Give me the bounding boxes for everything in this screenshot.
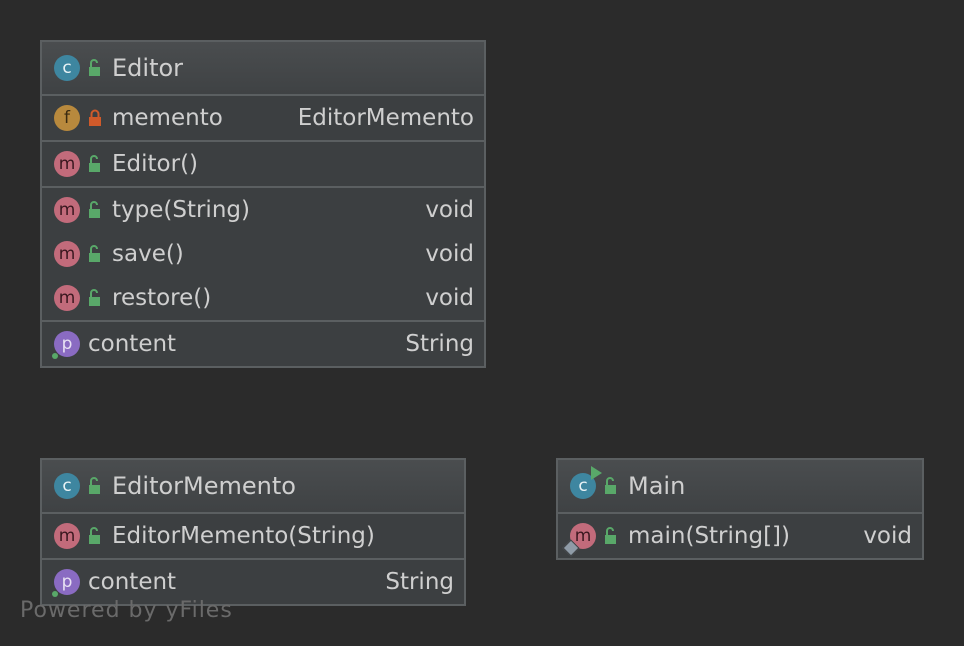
class-box-editor[interactable]: c Editor f memento EditorMemento m Edito… (40, 40, 486, 368)
access-dot-icon (52, 591, 58, 597)
properties-section: p content String (42, 322, 484, 366)
method-row[interactable]: m type(String) void (42, 188, 484, 232)
public-lock-icon (89, 477, 100, 494)
methods-section: m type(String) void m save() void m rest… (42, 188, 484, 322)
property-type: String (405, 331, 474, 357)
public-lock-icon (605, 527, 616, 544)
public-lock-icon (605, 477, 616, 494)
method-name: save() (112, 241, 184, 267)
class-header[interactable]: c EditorMemento (42, 460, 464, 514)
method-icon: m (54, 241, 80, 267)
property-icon: p (52, 331, 80, 359)
method-return-type: void (425, 285, 474, 311)
method-row[interactable]: m restore() void (42, 276, 484, 320)
field-type: EditorMemento (297, 105, 474, 131)
constructors-section: m EditorMemento(String) (42, 514, 464, 560)
method-name: type(String) (112, 197, 250, 223)
method-icon: m (54, 285, 80, 311)
class-header[interactable]: c Editor (42, 42, 484, 96)
method-row[interactable]: m main(String[]) void (558, 514, 922, 558)
powered-by-footer: Powered by yFiles (20, 598, 233, 623)
method-icon: m (54, 151, 80, 177)
run-arrow-icon (591, 466, 602, 480)
method-return-type: void (425, 197, 474, 223)
class-icon-letter: c (578, 476, 588, 496)
class-header[interactable]: c Main (558, 460, 922, 514)
property-icon-letter: p (61, 334, 73, 354)
method-icon: m (54, 523, 80, 549)
class-box-editor-memento[interactable]: c EditorMemento m EditorMemento(String) … (40, 458, 466, 606)
class-box-main[interactable]: c Main m main(String[]) void (556, 458, 924, 560)
constructor-name: Editor() (112, 151, 199, 177)
method-name: restore() (112, 285, 212, 311)
public-lock-icon (89, 527, 100, 544)
constructor-row[interactable]: m EditorMemento(String) (42, 514, 464, 558)
property-name: content (88, 569, 177, 595)
class-name: EditorMemento (112, 472, 296, 500)
method-icon-letter: m (574, 526, 592, 546)
public-lock-icon (89, 59, 100, 76)
method-row[interactable]: m save() void (42, 232, 484, 276)
runnable-class-icon: c (570, 466, 602, 499)
method-return-type: void (425, 241, 474, 267)
method-icon: m (54, 197, 80, 223)
constructors-section: m Editor() (42, 142, 484, 188)
method-return-type: void (863, 523, 912, 549)
public-lock-icon (89, 245, 100, 262)
class-icon: c (54, 55, 80, 81)
private-lock-icon (89, 109, 101, 126)
class-name: Main (628, 472, 686, 500)
class-name: Editor (112, 54, 184, 82)
constructor-name: EditorMemento(String) (112, 523, 375, 549)
access-dot-icon (52, 353, 58, 359)
fields-section: f memento EditorMemento (42, 96, 484, 142)
field-name: memento (112, 105, 223, 131)
static-method-icon: m (562, 523, 596, 557)
public-lock-icon (89, 289, 100, 306)
public-lock-icon (89, 201, 100, 218)
property-row[interactable]: p content String (42, 322, 484, 366)
field-icon: f (54, 105, 80, 131)
field-row[interactable]: f memento EditorMemento (42, 96, 484, 140)
public-lock-icon (89, 155, 100, 172)
class-icon: c (54, 473, 80, 499)
method-name: main(String[]) (628, 523, 790, 549)
property-name: content (88, 331, 177, 357)
property-icon-letter: p (61, 572, 73, 592)
methods-section: m main(String[]) void (558, 514, 922, 558)
property-icon: p (52, 569, 80, 597)
constructor-row[interactable]: m Editor() (42, 142, 484, 186)
property-type: String (385, 569, 454, 595)
